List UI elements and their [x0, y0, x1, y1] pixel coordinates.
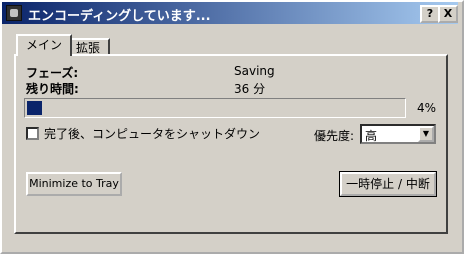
title-bar[interactable]: エンコーディングしています... ? X — [2, 2, 458, 24]
priority-select[interactable]: 高 ▼ — [360, 124, 436, 144]
phase-value: Saving — [234, 64, 275, 78]
app-icon — [6, 5, 22, 21]
minimize-to-tray-button[interactable]: Minimize to Tray — [26, 172, 122, 196]
window-title: エンコーディングしています... — [28, 9, 211, 24]
tab-panel — [14, 54, 448, 234]
remaining-time-label: 残り時間: — [26, 82, 79, 96]
chevron-down-icon[interactable]: ▼ — [418, 126, 434, 142]
tab-main[interactable]: メイン — [16, 34, 73, 56]
progress-fill — [27, 101, 42, 115]
help-button[interactable]: ? — [420, 5, 440, 23]
progress-bar — [24, 98, 406, 118]
priority-label: 優先度: — [314, 129, 355, 143]
close-button[interactable]: X — [438, 5, 458, 23]
shutdown-checkbox[interactable] — [26, 127, 39, 140]
remaining-time-value: 36 分 — [234, 82, 266, 96]
progress-percent: 4% — [417, 101, 437, 115]
phase-label: フェーズ: — [26, 66, 79, 80]
priority-selected-value: 高 — [365, 129, 378, 143]
shutdown-checkbox-label[interactable]: 完了後、コンピュータをシャットダウン — [44, 125, 260, 142]
pause-abort-button[interactable]: 一時停止 / 中断 — [339, 171, 437, 197]
